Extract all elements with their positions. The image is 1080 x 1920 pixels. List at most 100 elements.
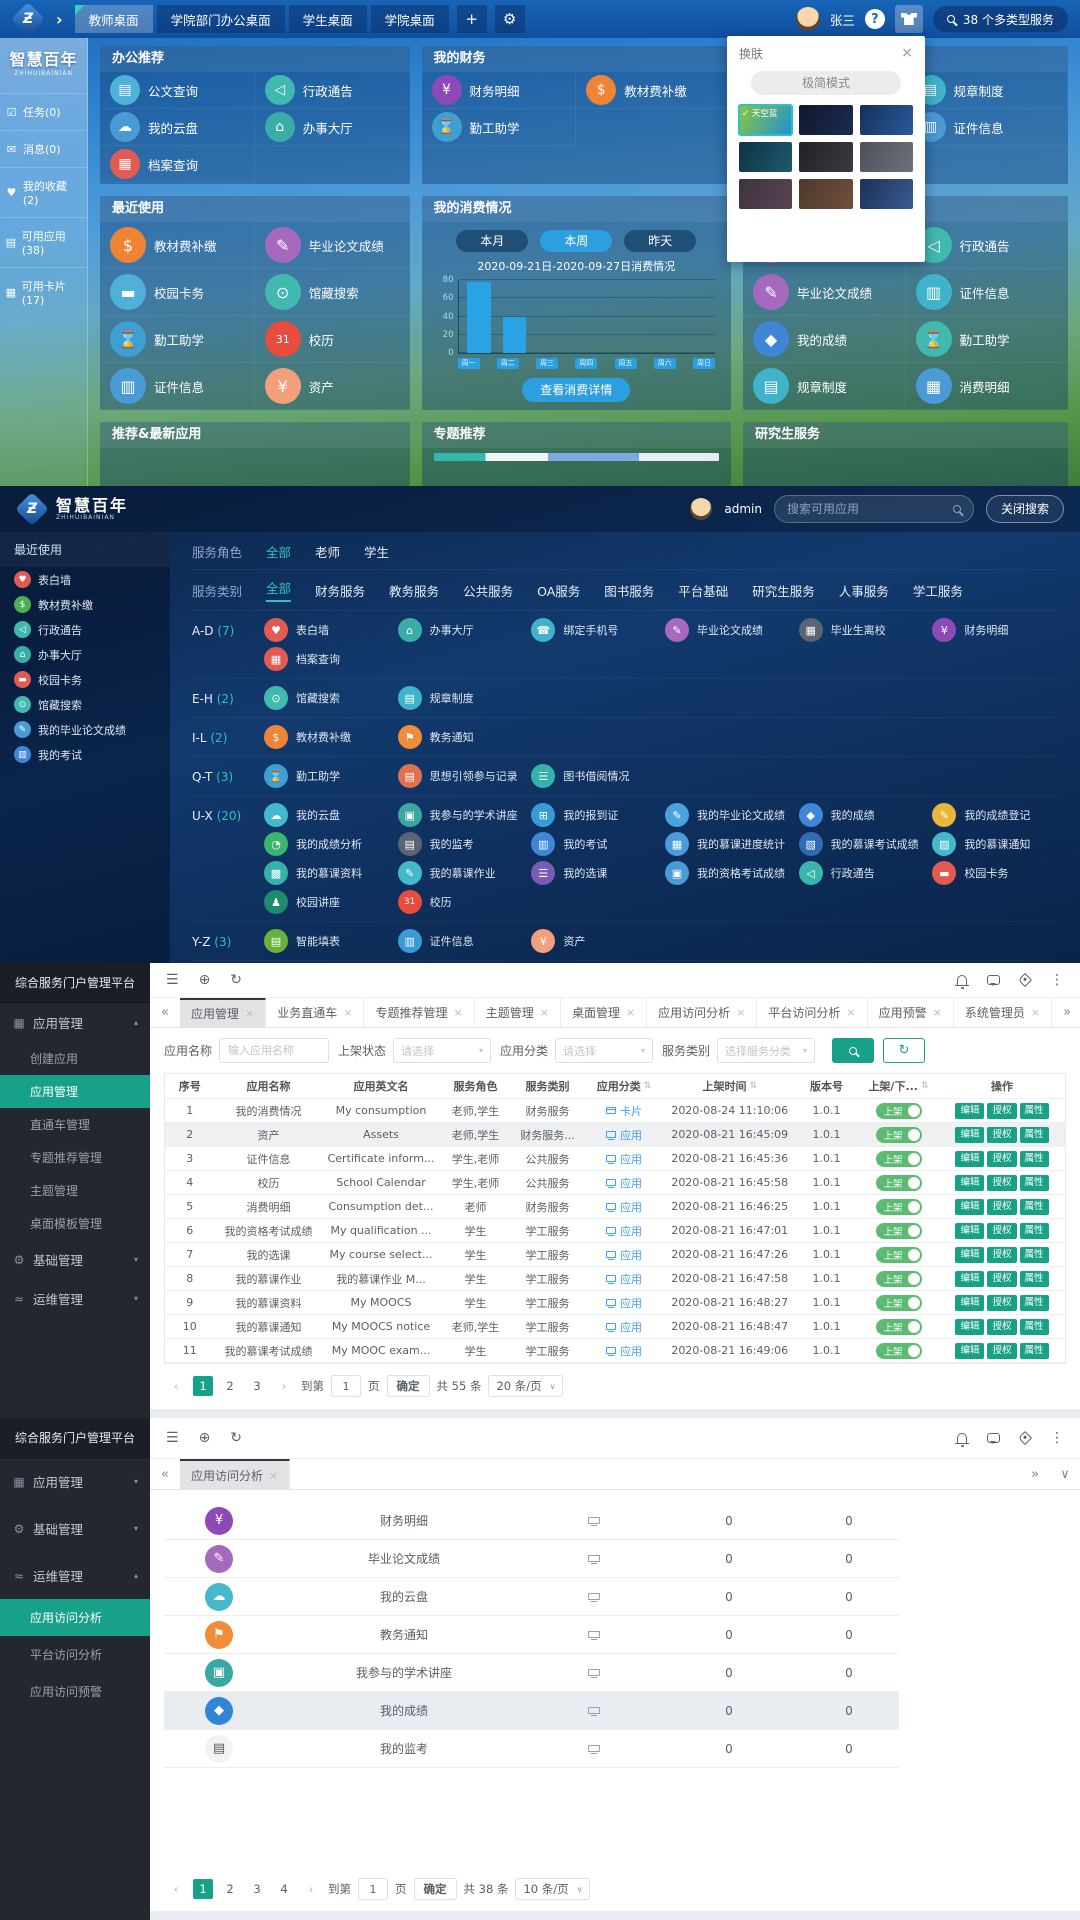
close-icon[interactable]: × bbox=[626, 1006, 635, 1019]
service-item[interactable]: ⌛勤工助学 bbox=[264, 764, 390, 788]
close-icon[interactable]: × bbox=[269, 1469, 278, 1482]
action-button[interactable]: 属性 bbox=[1020, 1295, 1049, 1311]
app-type-link[interactable]: 应用 bbox=[606, 1343, 642, 1359]
recent-item[interactable]: ♥表白墙 bbox=[0, 567, 170, 592]
access-row[interactable]: ¥财务明细00 bbox=[164, 1502, 899, 1540]
tabs-scroll-left-icon[interactable]: « bbox=[150, 1467, 180, 1482]
sidebar-item[interactable]: ✉消息(0) bbox=[0, 130, 87, 167]
next-page-button[interactable]: › bbox=[301, 1879, 321, 1899]
menu-child[interactable]: 桌面模板管理 bbox=[0, 1207, 150, 1240]
skin-thumbnail[interactable] bbox=[739, 179, 792, 209]
jump-page-input[interactable] bbox=[331, 1375, 361, 1397]
app-type-link[interactable]: 应用 bbox=[606, 1175, 642, 1191]
table-row[interactable]: 10我的慕课通知My MOOCS notice老师,学生学工服务应用2020-0… bbox=[165, 1315, 1065, 1339]
service-item[interactable]: ☁我的云盘 bbox=[264, 803, 390, 827]
desktop-tab[interactable]: 学生桌面 bbox=[289, 5, 367, 33]
desktop-tab[interactable]: 教师桌面 bbox=[75, 5, 153, 33]
app-tile[interactable]: ◁行政通告 bbox=[255, 72, 410, 109]
menu-child[interactable]: 直通车管理 bbox=[0, 1108, 150, 1141]
publish-toggle[interactable]: 上架 bbox=[876, 1319, 922, 1335]
app-type-link[interactable]: 应用 bbox=[606, 1151, 642, 1167]
menu-parent[interactable]: ▦应用管理▴ bbox=[0, 1003, 150, 1042]
app-type-link[interactable]: 应用 bbox=[606, 1127, 642, 1143]
skin-thumbnail[interactable] bbox=[799, 142, 852, 172]
app-tile[interactable]: ▥证件信息 bbox=[906, 269, 1069, 316]
collapse-menu-icon[interactable]: ☰ bbox=[166, 972, 179, 988]
access-row[interactable]: ◆我的成绩00 bbox=[164, 1692, 899, 1730]
refresh-icon[interactable]: ↻ bbox=[230, 1430, 242, 1446]
publish-toggle[interactable]: 上架 bbox=[876, 1175, 922, 1191]
publish-toggle[interactable]: 上架 bbox=[876, 1151, 922, 1167]
access-row[interactable]: ✎毕业论文成绩00 bbox=[164, 1540, 899, 1578]
workspace-tab[interactable]: 应用访问分析× bbox=[647, 998, 757, 1027]
menu-child[interactable]: 应用访问分析 bbox=[0, 1599, 150, 1636]
service-item[interactable]: ▤思想引领参与记录 bbox=[398, 764, 524, 788]
app-tile[interactable]: ⌛勤工助学 bbox=[422, 109, 577, 146]
action-button[interactable]: 编辑 bbox=[955, 1295, 984, 1311]
recent-item[interactable]: $教材费补缴 bbox=[0, 592, 170, 617]
app-tile[interactable]: $教材费补缴 bbox=[100, 222, 255, 269]
menu-parent[interactable]: ⚙基础管理▾ bbox=[0, 1505, 150, 1552]
workspace-tab[interactable]: 平台访问分析× bbox=[757, 998, 867, 1027]
recent-item[interactable]: ⊙馆藏搜索 bbox=[0, 692, 170, 717]
service-item[interactable]: ◔我的成绩分析 bbox=[264, 832, 390, 856]
desktop-tab[interactable]: 学院桌面 bbox=[371, 5, 449, 33]
app-tile[interactable]: ✎毕业论文成绩 bbox=[743, 269, 905, 316]
view-detail-button[interactable]: 查看消费详情 bbox=[522, 378, 630, 402]
action-button[interactable]: 属性 bbox=[1020, 1271, 1049, 1287]
menu-parent[interactable]: ≈运维管理▴ bbox=[0, 1552, 150, 1599]
page-size-select[interactable]: 10 条/页∨ bbox=[515, 1878, 590, 1900]
filter-option[interactable]: 全部 bbox=[266, 542, 291, 561]
desktop-settings-button[interactable]: ⚙ bbox=[495, 5, 525, 33]
recent-item[interactable]: ⌂办事大厅 bbox=[0, 642, 170, 667]
chat-icon[interactable] bbox=[987, 1433, 1000, 1443]
action-button[interactable]: 编辑 bbox=[955, 1175, 984, 1191]
app-tile[interactable]: ⌛勤工助学 bbox=[100, 316, 255, 363]
service-item[interactable]: ▤规章制度 bbox=[398, 686, 524, 710]
close-icon[interactable]: × bbox=[736, 1006, 745, 1019]
prev-page-button[interactable]: ‹ bbox=[166, 1376, 186, 1396]
action-button[interactable]: 编辑 bbox=[955, 1343, 984, 1359]
user-name[interactable]: admin bbox=[724, 502, 762, 516]
recent-item[interactable]: ✎我的毕业论文成绩 bbox=[0, 717, 170, 742]
filter-select[interactable]: 请选择▾ bbox=[393, 1038, 491, 1063]
action-button[interactable]: 编辑 bbox=[955, 1199, 984, 1215]
action-button[interactable]: 编辑 bbox=[955, 1223, 984, 1239]
sidebar-item[interactable]: ▦可用卡片(17) bbox=[0, 267, 87, 317]
workspace-tab[interactable]: 应用访问分析× bbox=[180, 1459, 290, 1489]
page-size-select[interactable]: 20 条/页∨ bbox=[488, 1375, 563, 1397]
action-button[interactable]: 属性 bbox=[1020, 1247, 1049, 1263]
tag-icon[interactable] bbox=[1018, 973, 1032, 987]
workspace-tab[interactable]: 业务直通车× bbox=[266, 998, 364, 1027]
service-item[interactable]: ▬校园卡务 bbox=[932, 861, 1058, 885]
service-item[interactable]: ♟校园讲座 bbox=[264, 890, 390, 914]
service-item[interactable]: ▣我的资格考试成绩 bbox=[665, 861, 791, 885]
recent-item[interactable]: ▥我的考试 bbox=[0, 742, 170, 767]
app-type-link[interactable]: 卡片 bbox=[606, 1103, 642, 1119]
avatar[interactable] bbox=[796, 7, 820, 31]
filter-option[interactable]: OA服务 bbox=[537, 581, 580, 600]
menu-child[interactable]: 专题推荐管理 bbox=[0, 1141, 150, 1174]
action-button[interactable]: 属性 bbox=[1020, 1319, 1049, 1335]
workspace-tab[interactable]: 主题管理× bbox=[475, 998, 561, 1027]
action-button[interactable]: 编辑 bbox=[955, 1271, 984, 1287]
action-button[interactable]: 编辑 bbox=[955, 1319, 984, 1335]
tabs-scroll-right-icon[interactable]: » bbox=[1052, 1005, 1080, 1020]
chart-range-tab[interactable]: 昨天 bbox=[624, 230, 696, 252]
service-item[interactable]: ✎我的成绩登记 bbox=[932, 803, 1058, 827]
filter-option[interactable]: 学生 bbox=[364, 542, 389, 561]
skin-thumbnail[interactable] bbox=[860, 179, 913, 209]
menu-child[interactable]: 主题管理 bbox=[0, 1174, 150, 1207]
tabs-collapse-icon[interactable]: ∨ bbox=[1050, 1467, 1080, 1482]
confirm-button[interactable]: 确定 bbox=[387, 1375, 430, 1397]
globe-icon[interactable]: ⊕ bbox=[199, 972, 211, 988]
filter-option[interactable]: 公共服务 bbox=[463, 581, 513, 600]
app-tile[interactable]: ⊙馆藏搜索 bbox=[255, 269, 410, 316]
app-tile[interactable]: ¥财务明细 bbox=[422, 72, 577, 109]
table-row[interactable]: 7我的选课My course select...学生学工服务应用2020-08-… bbox=[165, 1243, 1065, 1267]
prev-page-button[interactable]: ‹ bbox=[166, 1879, 186, 1899]
service-item[interactable]: ▧我的慕课考试成绩 bbox=[799, 832, 925, 856]
action-button[interactable]: 授权 bbox=[987, 1295, 1016, 1311]
service-item[interactable]: ¥财务明细 bbox=[932, 618, 1058, 642]
service-item[interactable]: ☰我的选课 bbox=[531, 861, 657, 885]
